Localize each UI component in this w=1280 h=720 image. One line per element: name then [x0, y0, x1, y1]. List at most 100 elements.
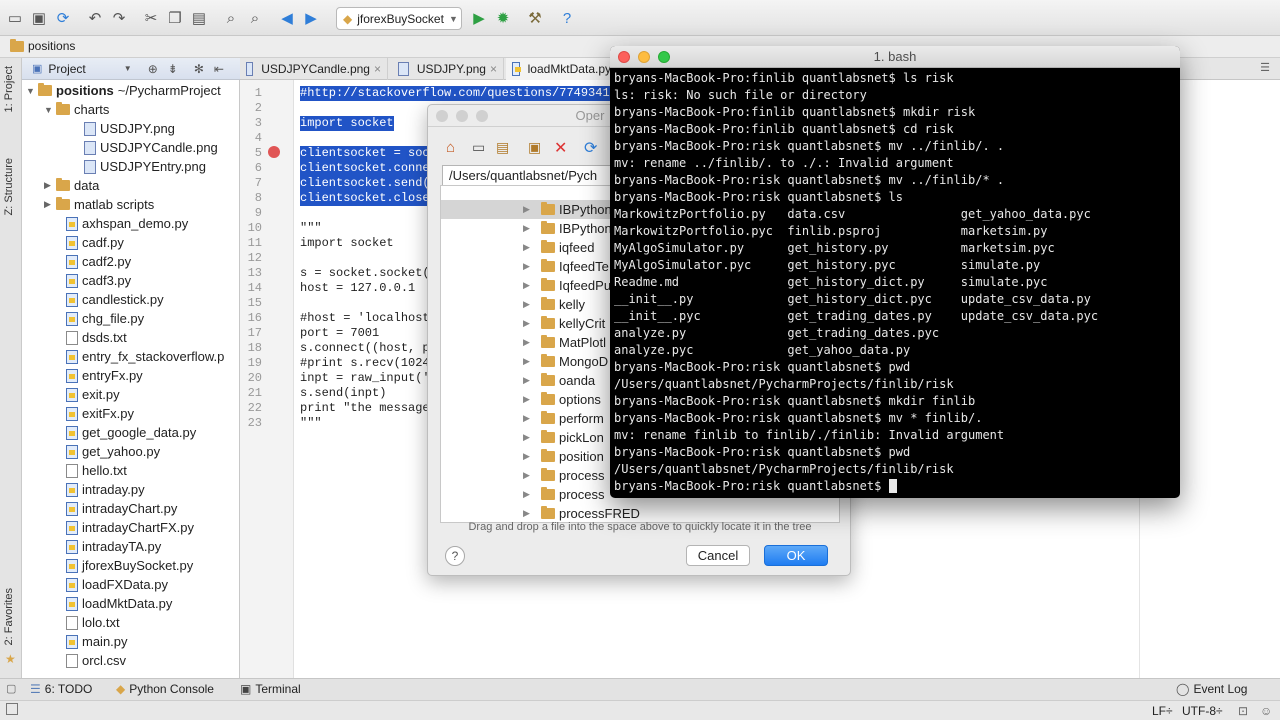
paste-icon[interactable]: ▤ [190, 9, 208, 27]
refresh-icon[interactable]: ⟳ [584, 138, 597, 158]
collapse-arrow-icon[interactable]: ▶ [523, 413, 535, 424]
tree-file[interactable]: loadFXData.py [66, 575, 168, 594]
tab-loadmktdata[interactable]: loadMktData.py [506, 58, 618, 80]
target-icon[interactable]: ⊕ [148, 62, 158, 76]
redo-icon[interactable]: ↷ [110, 9, 128, 27]
dialog-tree-folder[interactable]: ▶ MatPlotl [523, 333, 606, 352]
dialog-tree-folder[interactable]: ▶ kellyCrit [523, 314, 605, 333]
close-icon[interactable]: × [490, 62, 497, 76]
collapse-arrow-icon[interactable]: ▶ [523, 489, 535, 500]
encoding-indicator[interactable]: UTF-8÷ [1182, 704, 1223, 718]
dialog-tree-folder[interactable]: ▶ kelly [523, 295, 585, 314]
tree-folder[interactable]: ▶ matlab scripts [44, 195, 154, 214]
gear-icon[interactable]: ✻ [194, 62, 204, 76]
terminal-output[interactable]: bryans-MacBook-Pro:finlib quantlabsnet$ … [614, 70, 1174, 496]
tree-file[interactable]: dsds.txt [66, 328, 127, 347]
tab-favorites-window[interactable]: 2: Favorites [3, 588, 15, 645]
run-config-select[interactable]: ◆ jforexBuySocket ▼ [336, 7, 462, 30]
dialog-tree-folder[interactable]: ▶ IqfeedTe [523, 257, 609, 276]
tree-file[interactable]: exitFx.py [66, 404, 134, 423]
tree-file[interactable]: get_google_data.py [66, 423, 196, 442]
tree-folder[interactable]: ▶ data [44, 176, 99, 195]
terminal-tab[interactable]: ▣ Terminal [240, 682, 301, 696]
delete-icon[interactable]: ✕ [554, 138, 567, 158]
run-icon[interactable]: ▶ [470, 9, 488, 27]
replace-icon[interactable]: ⌕ [246, 9, 264, 27]
collapse-arrow-icon[interactable]: ▶ [44, 180, 56, 191]
new-folder-icon[interactable]: ▣ [528, 139, 541, 156]
tree-file[interactable]: intradayChartFX.py [66, 518, 194, 537]
tree-file[interactable]: lolo.txt [66, 613, 120, 632]
desktop-icon[interactable]: ▭ [472, 139, 485, 156]
tool-windows-icon[interactable]: ▢ [6, 682, 16, 695]
ok-button[interactable]: OK [764, 545, 828, 566]
collapse-arrow-icon[interactable]: ▶ [523, 223, 535, 234]
layout-toggle-icon[interactable] [6, 703, 18, 715]
dialog-tree-folder[interactable]: ▶ pickLon [523, 428, 604, 447]
collapse-arrow-icon[interactable]: ▶ [523, 394, 535, 405]
tree-file[interactable]: get_yahoo.py [66, 442, 160, 461]
tree-file[interactable]: jforexBuySocket.py [66, 556, 193, 575]
tab-project-window[interactable]: 1: Project [3, 66, 15, 112]
help-icon[interactable]: ? [558, 9, 576, 27]
dialog-tree-folder[interactable]: ▶ position [523, 447, 604, 466]
sync-icon[interactable]: ⟳ [54, 9, 72, 27]
tree-file[interactable]: chg_file.py [66, 309, 144, 328]
tree-file[interactable]: USDJPYEntry.png [84, 157, 206, 176]
tree-file[interactable]: hello.txt [66, 461, 127, 480]
python-console-tab[interactable]: ◆ Python Console [116, 682, 214, 696]
find-icon[interactable]: ⌕ [222, 9, 240, 27]
save-icon[interactable]: ▣ [30, 9, 48, 27]
tree-file[interactable]: USDJPY.png [84, 119, 175, 138]
zoom-icon[interactable] [658, 51, 670, 63]
tree-file[interactable]: exit.py [66, 385, 120, 404]
tab-structure-window[interactable]: Z: Structure [3, 158, 15, 215]
event-log-tab[interactable]: ◯ Event Log [1176, 682, 1247, 696]
collapse-arrow-icon[interactable]: ▶ [523, 356, 535, 367]
tab-usdjpycandle[interactable]: USDJPYCandle.png × [240, 58, 388, 80]
dialog-tree-folder[interactable]: ▶ oanda [523, 371, 595, 390]
line-separator-indicator[interactable]: LF÷ [1152, 704, 1173, 718]
tree-file[interactable]: orcl.csv [66, 651, 126, 670]
expand-arrow-icon[interactable]: ▼ [44, 105, 56, 115]
dialog-tree-folder[interactable]: ▶ process [523, 466, 605, 485]
project-folder-icon[interactable]: ▤ [496, 139, 509, 156]
lock-icon[interactable]: ⊡ [1238, 704, 1248, 718]
debug-icon[interactable]: ✹ [494, 9, 512, 27]
dialog-tree-folder[interactable]: ▶ perform [523, 409, 604, 428]
close-icon[interactable] [618, 51, 630, 63]
cancel-button[interactable]: Cancel [686, 545, 750, 566]
settings-icon[interactable]: ⚒ [526, 9, 544, 27]
zoom-icon[interactable] [476, 110, 488, 122]
tree-file[interactable]: intraday.py [66, 480, 145, 499]
tree-root[interactable]: ▼ positions ~/PycharmProject [26, 81, 221, 100]
tree-file[interactable]: cadf.py [66, 233, 124, 252]
tree-file[interactable]: cadf3.py [66, 271, 131, 290]
tree-file[interactable]: intradayChart.py [66, 499, 177, 518]
cut-icon[interactable]: ✂ [142, 9, 160, 27]
tree-file[interactable]: entry_fx_stackoverflow.p [66, 347, 224, 366]
dialog-tree-folder[interactable]: ▶ MongoD [523, 352, 608, 371]
minimize-icon[interactable] [456, 110, 468, 122]
collapse-arrow-icon[interactable]: ▶ [523, 432, 535, 443]
collapse-arrow-icon[interactable]: ▶ [523, 337, 535, 348]
close-icon[interactable]: × [374, 62, 381, 76]
undo-icon[interactable]: ↶ [86, 9, 104, 27]
tab-usdjpy[interactable]: USDJPY.png × [392, 58, 504, 80]
tree-file[interactable]: candlestick.py [66, 290, 164, 309]
collapse-arrow-icon[interactable]: ▶ [523, 451, 535, 462]
collapse-arrow-icon[interactable]: ▶ [523, 280, 535, 291]
dialog-tree-folder[interactable]: ▶ IBPython [523, 219, 612, 238]
collapse-arrow-icon[interactable]: ▶ [523, 242, 535, 253]
dialog-tree-folder[interactable]: ▶ process [523, 485, 605, 504]
forward-icon[interactable]: ▶ [302, 9, 320, 27]
dialog-tree-folder[interactable]: ▶ iqfeed [523, 238, 594, 257]
tree-folder[interactable]: ▼ charts [44, 100, 109, 119]
breadcrumb[interactable]: positions [10, 38, 75, 53]
tree-file[interactable]: entryFx.py [66, 366, 143, 385]
help-icon[interactable]: ? [445, 546, 465, 566]
chevron-down-icon[interactable]: ▼ [124, 64, 132, 73]
close-icon[interactable] [436, 110, 448, 122]
collapse-arrow-icon[interactable]: ▶ [523, 508, 535, 519]
copy-icon[interactable]: ❐ [166, 9, 184, 27]
